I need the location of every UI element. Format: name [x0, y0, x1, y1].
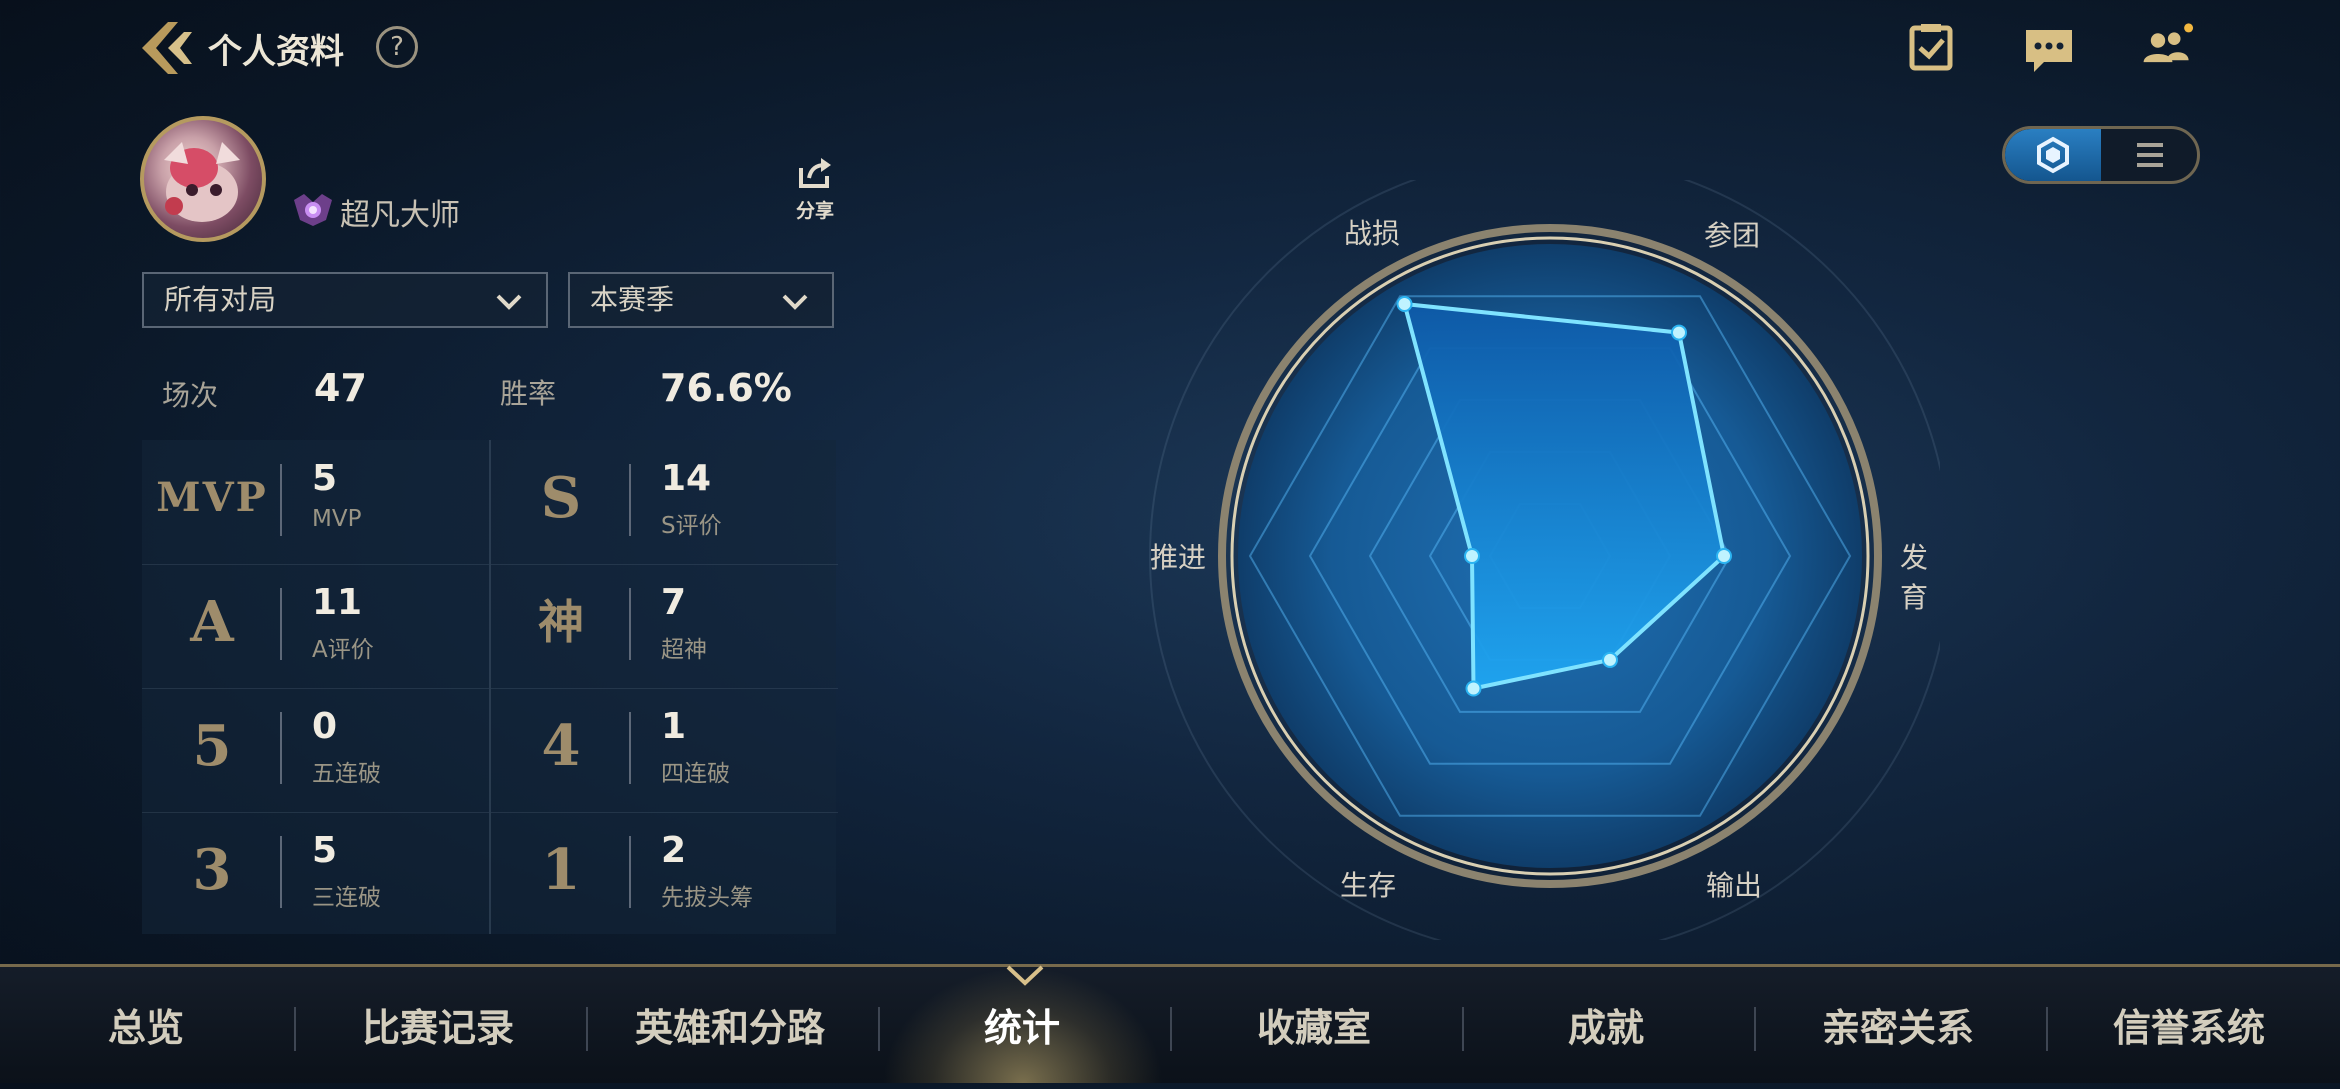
radar-vertex-point	[1671, 324, 1687, 341]
share-button[interactable]: 分享	[790, 156, 840, 223]
stat-cell-penta: 5 0 五连破	[142, 688, 489, 813]
radar-label-survival: 生存	[1340, 869, 1397, 902]
stat-label: 超神	[661, 637, 707, 663]
radar-view-button[interactable]	[2005, 129, 2101, 181]
match-mode-value: 所有对局	[164, 283, 277, 316]
stat-value: 1	[661, 706, 687, 747]
nav-tab-achievements[interactable]: 成就	[1460, 967, 1752, 1083]
nav-tab-statistics[interactable]: 统计	[876, 967, 1168, 1083]
stat-cell-quadra: 4 1 四连破	[491, 688, 838, 813]
divider	[629, 712, 631, 784]
legendary-emblem: 神	[538, 595, 584, 649]
stat-value: 7	[661, 582, 687, 623]
triple-emblem: 3	[192, 837, 232, 903]
s-emblem: S	[540, 465, 582, 531]
winrate-value: 76.6%	[660, 366, 792, 410]
stat-value: 0	[312, 706, 338, 747]
chat-icon[interactable]	[2022, 26, 2076, 76]
stat-cell-mvp: MVP 5 MVP	[142, 440, 489, 565]
radar-vertex-point	[1716, 548, 1732, 564]
matches-label: 场次	[162, 379, 219, 412]
chevron-down-icon	[496, 294, 522, 310]
season-dropdown[interactable]: 本赛季	[568, 272, 834, 328]
stat-label: A评价	[312, 637, 374, 663]
nav-tab-overview[interactable]: 总览	[0, 967, 292, 1083]
nav-tab-match-history[interactable]: 比赛记录	[292, 967, 584, 1083]
winrate-label: 胜率	[500, 377, 557, 410]
avatar[interactable]	[140, 116, 266, 242]
mvp-emblem: MVP	[156, 474, 268, 521]
divider	[280, 464, 282, 536]
stat-value: 11	[312, 582, 363, 623]
share-icon	[799, 158, 831, 188]
back-icon[interactable]	[138, 18, 196, 78]
stat-label: 四连破	[661, 761, 730, 787]
stat-label: 五连破	[312, 761, 381, 787]
penta-emblem: 5	[192, 713, 232, 779]
nav-tab-relationships[interactable]: 亲密关系	[1752, 967, 2044, 1083]
radar-label-teamfight: 参团	[1704, 219, 1761, 252]
radar-vertex-point	[1465, 680, 1482, 697]
stat-value: 2	[661, 830, 687, 871]
first-blood-emblem: 1	[541, 837, 581, 903]
chevron-down-icon	[782, 294, 808, 310]
stat-cell-first-blood: 1 2 先拔头筹	[491, 812, 838, 936]
rank-label: 超凡大师	[340, 198, 460, 233]
nav-tab-collection[interactable]: 收藏室	[1168, 967, 1460, 1083]
friends-icon[interactable]	[2140, 20, 2194, 70]
stat-label: 三连破	[312, 885, 381, 911]
nav-tab-heroes-lanes[interactable]: 英雄和分路	[584, 967, 876, 1083]
bottom-nav: 总览 比赛记录 英雄和分路 统计 收藏室 成就 亲密关系 信誉系统	[0, 964, 2340, 1083]
nav-tab-credit-system[interactable]: 信誉系统	[2044, 967, 2334, 1083]
radar-label-push: 推进	[1150, 541, 1207, 574]
stat-cell-triple: 3 5 三连破	[142, 812, 489, 936]
hexagon-icon	[2037, 136, 2069, 174]
stat-cell-a: A 11 A评价	[142, 564, 489, 689]
divider	[629, 588, 631, 660]
matches-value: 47	[314, 366, 367, 410]
season-value: 本赛季	[590, 283, 675, 316]
stat-value: 5	[312, 458, 338, 499]
stat-value: 5	[312, 830, 338, 871]
page-title: 个人资料	[208, 32, 344, 72]
task-check-icon[interactable]	[1904, 22, 1958, 72]
radar-vertex-point	[1602, 651, 1618, 668]
divider	[629, 464, 631, 536]
divider	[280, 712, 282, 784]
rank-emblem-icon	[294, 194, 332, 226]
quadra-emblem: 4	[541, 713, 581, 779]
radar-vertex-point	[1396, 295, 1413, 312]
share-label: 分享	[795, 200, 834, 222]
radar-chart: 战损 参团 发育 输出 生存 推进	[1100, 155, 1951, 957]
radar-label-farming: 发育	[1900, 541, 1929, 614]
divider	[280, 836, 282, 908]
radar-label-damage-taken: 战损	[1344, 217, 1401, 250]
view-toggle[interactable]	[2002, 126, 2200, 184]
match-mode-dropdown[interactable]: 所有对局	[142, 272, 548, 328]
list-view-button[interactable]	[2103, 129, 2197, 181]
radar-label-damage: 输出	[1706, 869, 1763, 902]
stat-value: 14	[661, 458, 712, 499]
help-icon[interactable]: ?	[376, 26, 418, 68]
stat-label: MVP	[312, 506, 362, 532]
stat-label: 先拔头筹	[661, 885, 753, 911]
stat-cell-s: S 14 S评价	[491, 440, 838, 565]
stats-grid: MVP 5 MVP S 14 S评价 A 11 A评价 神 7 超神 5 0 五…	[142, 440, 838, 936]
stat-label: S评价	[661, 513, 722, 539]
radar-svg	[1149, 155, 1951, 957]
radar-vertex-point	[1464, 548, 1480, 564]
a-emblem: A	[190, 589, 234, 655]
divider	[629, 836, 631, 908]
stat-cell-legendary: 神 7 超神	[491, 564, 838, 689]
divider	[280, 588, 282, 660]
list-icon	[2137, 143, 2163, 167]
